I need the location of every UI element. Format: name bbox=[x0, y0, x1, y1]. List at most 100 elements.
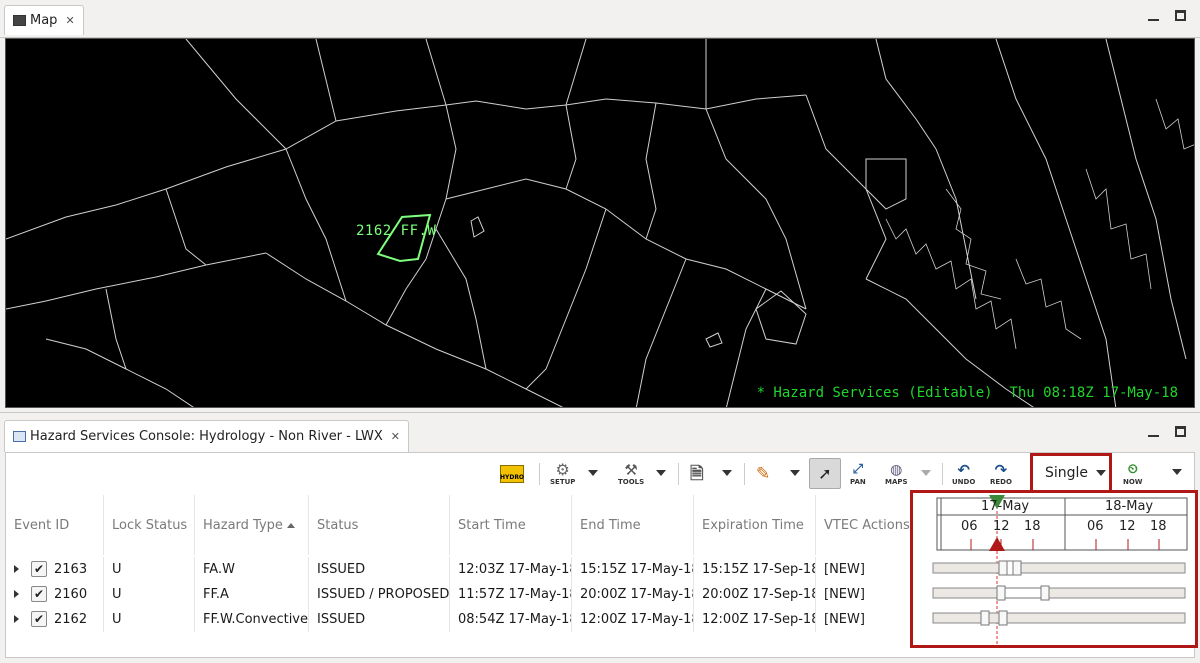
maps-button[interactable]: ◍ MAPS bbox=[885, 459, 908, 489]
redo-icon: ↷ bbox=[994, 461, 1008, 479]
column-label: Event ID bbox=[14, 517, 70, 533]
draw-button[interactable]: ✎ bbox=[756, 459, 770, 489]
console-tab[interactable]: Hazard Services Console: Hydrology - Non… bbox=[4, 420, 410, 452]
setup-dropdown-icon[interactable] bbox=[588, 470, 598, 476]
clock-icon: ⏲ bbox=[1127, 462, 1138, 477]
hydro-button[interactable]: HYDRO bbox=[500, 459, 524, 489]
column-label: Start Time bbox=[458, 517, 526, 533]
hydro-icon: HYDRO bbox=[500, 465, 524, 483]
timeline-handle[interactable] bbox=[1012, 560, 1022, 576]
row-checkbox[interactable]: ✔ bbox=[31, 611, 47, 627]
draw-dropdown-icon[interactable] bbox=[790, 470, 800, 476]
timeline-hour-label: 12 bbox=[993, 519, 1010, 534]
map-canvas[interactable]: 2162 FF.W * Hazard Services (Editable) T… bbox=[5, 38, 1195, 408]
timeline-handle[interactable] bbox=[998, 610, 1008, 626]
row-checkbox[interactable]: ✔ bbox=[31, 561, 47, 577]
gear-icon: ⚙ bbox=[555, 460, 570, 479]
timeline-hour-label: 18 bbox=[1150, 519, 1167, 534]
timeline-day-label: 17-May bbox=[981, 499, 1030, 514]
console-window-controls bbox=[1148, 426, 1186, 437]
event-id: 2160 bbox=[54, 587, 88, 602]
map-tab-label: Map bbox=[30, 13, 58, 28]
selection-mode-value: Single bbox=[1045, 465, 1089, 481]
timeline-handle[interactable] bbox=[998, 560, 1008, 576]
map-icon bbox=[13, 15, 26, 26]
view-menu-icon[interactable] bbox=[1172, 469, 1182, 475]
sort-ascending-icon bbox=[286, 522, 295, 528]
setup-label: SETUP bbox=[550, 478, 576, 486]
chevron-down-icon bbox=[1096, 470, 1107, 476]
timeline-bar-2160[interactable] bbox=[932, 587, 1186, 599]
column-header-end-time[interactable]: End Time bbox=[572, 495, 694, 555]
setup-button[interactable]: ⚙ SETUP bbox=[550, 459, 575, 489]
pan-label: PAN bbox=[850, 478, 866, 486]
pencil-icon: ✎ bbox=[756, 464, 771, 484]
column-header-start-time[interactable]: Start Time bbox=[450, 495, 572, 555]
minimize-icon[interactable] bbox=[1148, 10, 1159, 21]
expiration-time-cell: 12:00Z 17-Sep-18 bbox=[694, 607, 816, 632]
start-time-cell: 11:57Z 17-May-18 bbox=[450, 582, 572, 607]
table-row[interactable]: 2160 ✔ U FF.A ISSUED / PROPOSED 11:57Z 1… bbox=[6, 582, 916, 607]
lock-status-cell: U bbox=[104, 607, 195, 632]
timeline-handle[interactable] bbox=[1040, 585, 1050, 601]
console-tabbar: Hazard Services Console: Hydrology - Non… bbox=[0, 412, 1200, 452]
column-header-expiration-time[interactable]: Expiration Time bbox=[694, 495, 816, 555]
hazard-type-cell: FA.W bbox=[195, 557, 309, 582]
column-header-hazard-type[interactable]: Hazard Type bbox=[195, 495, 309, 555]
product-button[interactable]: 🗎 bbox=[690, 459, 704, 489]
expand-arrow-icon[interactable] bbox=[14, 590, 19, 598]
lock-status-cell: U bbox=[104, 582, 195, 607]
undo-button[interactable]: ↶ UNDO bbox=[952, 459, 975, 489]
vtec-actions-cell: [NEW] bbox=[816, 557, 916, 582]
timeline-handle[interactable] bbox=[980, 610, 990, 626]
event-id: 2162 bbox=[54, 612, 88, 627]
column-header-lock-status[interactable]: Lock Status bbox=[104, 495, 195, 555]
column-header-event-id[interactable]: Event ID bbox=[6, 495, 104, 555]
start-time-cell: 08:54Z 17-May-18 bbox=[450, 607, 572, 632]
tools-button[interactable]: ⚒ TOOLS bbox=[618, 459, 644, 489]
expand-arrow-icon[interactable] bbox=[14, 565, 19, 573]
table-row[interactable]: 2162 ✔ U FF.W.Convective ISSUED 08:54Z 1… bbox=[6, 607, 916, 632]
lock-status-cell: U bbox=[104, 557, 195, 582]
toolbar-separator bbox=[942, 463, 943, 485]
console-tab-label: Hazard Services Console: Hydrology - Non… bbox=[30, 429, 383, 444]
expiration-time-cell: 20:00Z 17-Sep-18 bbox=[694, 582, 816, 607]
status-cell: ISSUED bbox=[309, 557, 450, 582]
timeline-bar-2163[interactable] bbox=[932, 562, 1186, 574]
tools-dropdown-icon[interactable] bbox=[656, 470, 666, 476]
maps-dropdown-icon[interactable] bbox=[921, 470, 931, 476]
selection-mode-dropdown[interactable]: Single bbox=[1037, 461, 1107, 485]
redo-label: REDO bbox=[990, 478, 1012, 486]
hazard-type-cell: FF.A bbox=[195, 582, 309, 607]
timeline-bars bbox=[932, 560, 1186, 626]
minimize-icon[interactable] bbox=[1148, 426, 1159, 437]
timeline-bar-2162[interactable] bbox=[932, 612, 1186, 624]
close-icon[interactable]: ✕ bbox=[391, 430, 400, 443]
table-row[interactable]: 2163 ✔ U FA.W ISSUED 12:03Z 17-May-18 15… bbox=[6, 557, 916, 582]
column-label: Lock Status bbox=[112, 517, 188, 533]
row-checkbox[interactable]: ✔ bbox=[31, 586, 47, 602]
end-time-cell: 15:15Z 17-May-18 bbox=[572, 557, 694, 582]
close-icon[interactable]: ✕ bbox=[65, 14, 74, 27]
select-button[interactable]: ➚ bbox=[809, 458, 841, 489]
timeline-hour-label: 06 bbox=[1087, 519, 1104, 534]
hammer-icon: ⚒ bbox=[624, 461, 638, 479]
product-dropdown-icon[interactable] bbox=[722, 470, 732, 476]
maximize-icon[interactable] bbox=[1175, 426, 1186, 437]
table-header: Event ID Lock Status Hazard Type Status … bbox=[6, 495, 916, 555]
timeline-handle[interactable] bbox=[996, 585, 1006, 601]
start-time-cell: 12:03Z 17-May-18 bbox=[450, 557, 572, 582]
pan-button[interactable]: ⤢ PAN bbox=[850, 459, 866, 489]
undo-label: UNDO bbox=[952, 478, 976, 486]
maximize-icon[interactable] bbox=[1175, 10, 1186, 21]
event-id-cell: 2162 bbox=[6, 607, 104, 632]
column-label: VTEC Actions bbox=[824, 517, 910, 533]
expand-arrow-icon[interactable] bbox=[14, 615, 19, 623]
column-header-vtec-actions[interactable]: VTEC Actions bbox=[816, 495, 916, 555]
redo-button[interactable]: ↷ REDO bbox=[990, 459, 1012, 489]
timeline-panel: 17-May 18-May 06 12 18 06 12 18 bbox=[910, 490, 1198, 648]
hazard-label[interactable]: 2162 FF.W bbox=[356, 223, 436, 239]
now-button[interactable]: ⏲ NOW bbox=[1123, 459, 1143, 489]
map-tab[interactable]: Map ✕ bbox=[4, 5, 84, 35]
column-header-status[interactable]: Status bbox=[309, 495, 450, 555]
